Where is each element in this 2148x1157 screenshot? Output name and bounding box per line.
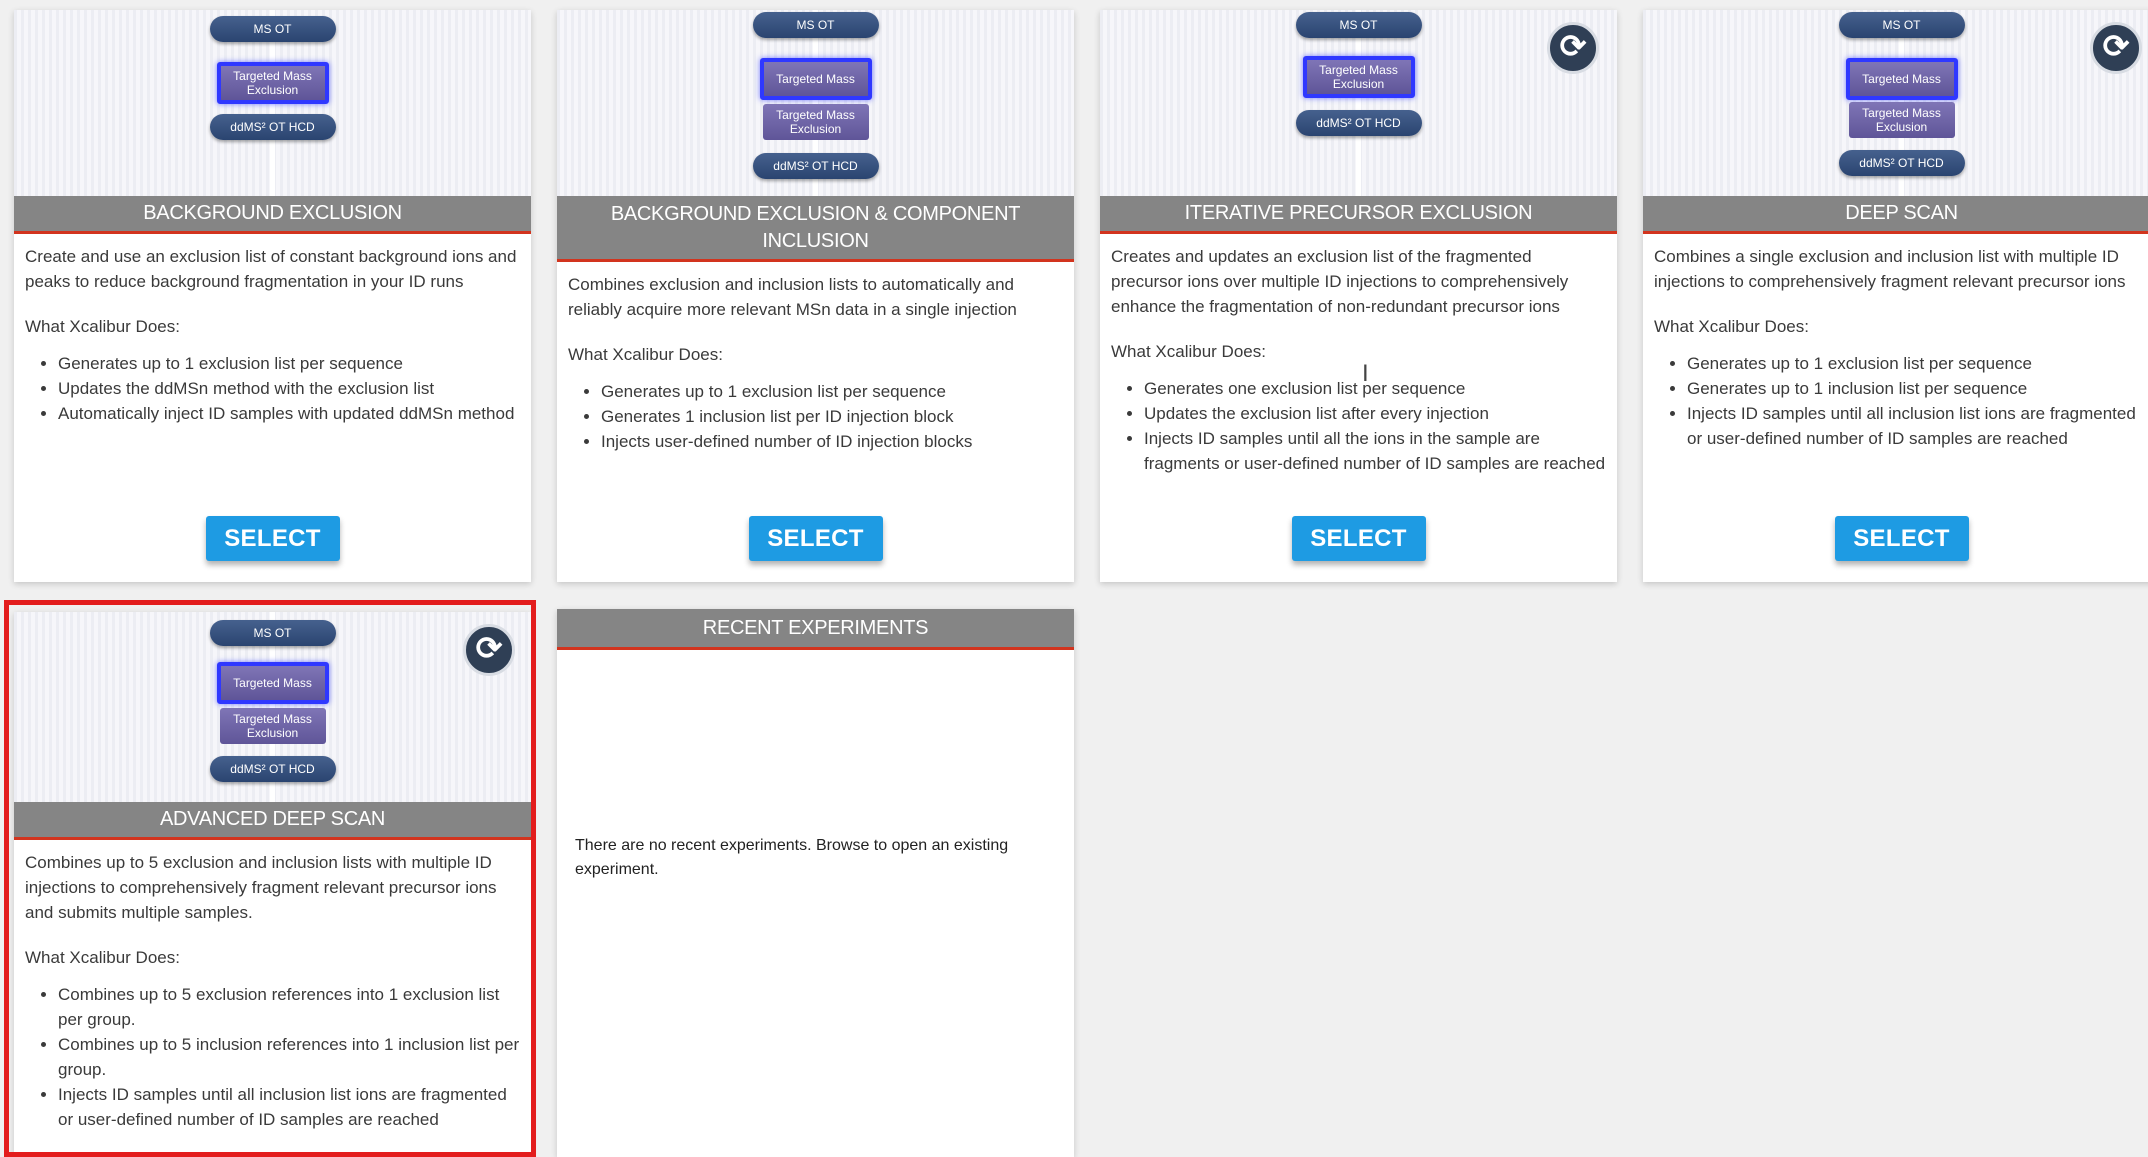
feature-item: Combines up to 5 exclusion references in… (58, 982, 520, 1032)
node-ms-ot: MS OT (209, 620, 336, 646)
workflow-card-background-exclusion-component-inclusion: MS OT Targeted Mass Targeted Mass Exclus… (557, 10, 1074, 582)
feature-item: Injects ID samples until all inclusion l… (1687, 401, 2148, 451)
node-targeted-mass: Targeted Mass (1845, 58, 1958, 100)
feature-item: Automatically inject ID samples with upd… (58, 401, 520, 426)
workflow-diagram: MS OT Targeted Mass Targeted Mass Exclus… (557, 10, 1074, 196)
node-ms-ot: MS OT (752, 12, 879, 38)
iteration-cycle-icon: ⟳ (2090, 22, 2142, 74)
iteration-cycle-icon: ⟳ (463, 624, 515, 676)
feature-item: Updates the exclusion list after every i… (1144, 401, 1606, 426)
workflow-card-advanced-deep-scan[interactable]: MS OT Targeted Mass Targeted Mass Exclus… (14, 612, 531, 1157)
feature-item: Injects ID samples until all the ions in… (1144, 426, 1606, 476)
workflow-diagram: MS OT Targeted Mass Exclusion ddMS² OT H… (1100, 10, 1617, 196)
workflow-card-background-exclusion: MS OT Targeted Mass Exclusion ddMS² OT H… (14, 10, 531, 582)
card-title: ITERATIVE PRECURSOR EXCLUSION (1100, 196, 1617, 234)
feature-list: Generates one exclusion list per sequenc… (1111, 376, 1606, 476)
workflow-diagram: MS OT Targeted Mass Targeted Mass Exclus… (1643, 10, 2148, 196)
what-xcalibur-does-label: What Xcalibur Does: (25, 948, 180, 967)
card-description: Creates and updates an exclusion list of… (1111, 247, 1569, 316)
select-button[interactable]: SELECT (1834, 516, 1969, 561)
workflow-card-iterative-precursor-exclusion: MS OT Targeted Mass Exclusion ddMS² OT H… (1100, 10, 1617, 582)
card-description: Combines up to 5 exclusion and inclusion… (25, 853, 497, 922)
what-xcalibur-does-label: What Xcalibur Does: (1654, 317, 1809, 336)
node-ms-ot: MS OT (1295, 12, 1422, 38)
workflow-diagram: MS OT Targeted Mass Targeted Mass Exclus… (14, 612, 531, 802)
card-title: BACKGROUND EXCLUSION & COMPONENT INCLUSI… (557, 196, 1074, 262)
node-ddms2: ddMS² OT HCD (752, 153, 879, 179)
what-xcalibur-does-label: What Xcalibur Does: (1111, 342, 1266, 361)
card-description: Combines a single exclusion and inclusio… (1654, 247, 2126, 291)
node-targeted-mass-exclusion: Targeted Mass Exclusion (216, 62, 329, 104)
feature-item: Generates up to 1 exclusion list per seq… (1687, 351, 2148, 376)
feature-item: Generates up to 1 exclusion list per seq… (58, 351, 520, 376)
feature-item: Injects user-defined number of ID inject… (601, 429, 1063, 454)
node-ms-ot: MS OT (1838, 12, 1965, 38)
feature-item: Generates up to 1 exclusion list per seq… (601, 379, 1063, 404)
card-description: Create and use an exclusion list of cons… (25, 247, 517, 291)
what-xcalibur-does-label: What Xcalibur Does: (25, 317, 180, 336)
iteration-cycle-icon: ⟳ (1547, 22, 1599, 74)
node-ddms2: ddMS² OT HCD (209, 114, 336, 140)
card-title: BACKGROUND EXCLUSION (14, 196, 531, 234)
what-xcalibur-does-label: What Xcalibur Does: (568, 345, 723, 364)
workflow-card-deep-scan: MS OT Targeted Mass Targeted Mass Exclus… (1643, 10, 2148, 582)
feature-list: Combines up to 5 exclusion references in… (25, 982, 520, 1132)
node-targeted-mass-exclusion: Targeted Mass Exclusion (219, 708, 326, 744)
node-targeted-mass: Targeted Mass (759, 58, 872, 100)
feature-item: Combines up to 5 inclusion references in… (58, 1032, 520, 1082)
node-targeted-mass-exclusion: Targeted Mass Exclusion (1302, 56, 1415, 98)
feature-item: Injects ID samples until all inclusion l… (58, 1082, 520, 1132)
node-targeted-mass-exclusion: Targeted Mass Exclusion (762, 104, 869, 140)
feature-list: Generates up to 1 exclusion list per seq… (25, 351, 520, 426)
node-ddms2: ddMS² OT HCD (209, 756, 336, 782)
workflow-diagram: MS OT Targeted Mass Exclusion ddMS² OT H… (14, 10, 531, 196)
select-button[interactable]: SELECT (1291, 516, 1426, 561)
feature-item: Generates one exclusion list per sequenc… (1144, 376, 1606, 401)
card-title: DEEP SCAN (1643, 196, 2148, 234)
recent-experiments-panel: RECENT EXPERIMENTS There are no recent e… (557, 609, 1074, 1157)
node-ddms2: ddMS² OT HCD (1838, 150, 1965, 176)
node-targeted-mass-exclusion: Targeted Mass Exclusion (1848, 102, 1955, 138)
text-cursor-icon: I (1362, 360, 1369, 387)
feature-item: Generates 1 inclusion list per ID inject… (601, 404, 1063, 429)
feature-list: Generates up to 1 exclusion list per seq… (1654, 351, 2148, 451)
feature-item: Updates the ddMSn method with the exclus… (58, 376, 520, 401)
feature-list: Generates up to 1 exclusion list per seq… (568, 379, 1063, 454)
select-button[interactable]: SELECT (205, 516, 340, 561)
node-targeted-mass: Targeted Mass (216, 662, 329, 704)
select-button[interactable]: SELECT (748, 516, 883, 561)
recent-experiments-empty-message: There are no recent experiments. Browse … (575, 837, 1009, 878)
card-title: ADVANCED DEEP SCAN (14, 802, 531, 840)
node-ms-ot: MS OT (209, 16, 336, 42)
recent-experiments-title: RECENT EXPERIMENTS (557, 609, 1074, 650)
node-ddms2: ddMS² OT HCD (1295, 110, 1422, 136)
feature-item: Generates up to 1 inclusion list per seq… (1687, 376, 2148, 401)
card-description: Combines exclusion and inclusion lists t… (568, 275, 1017, 319)
